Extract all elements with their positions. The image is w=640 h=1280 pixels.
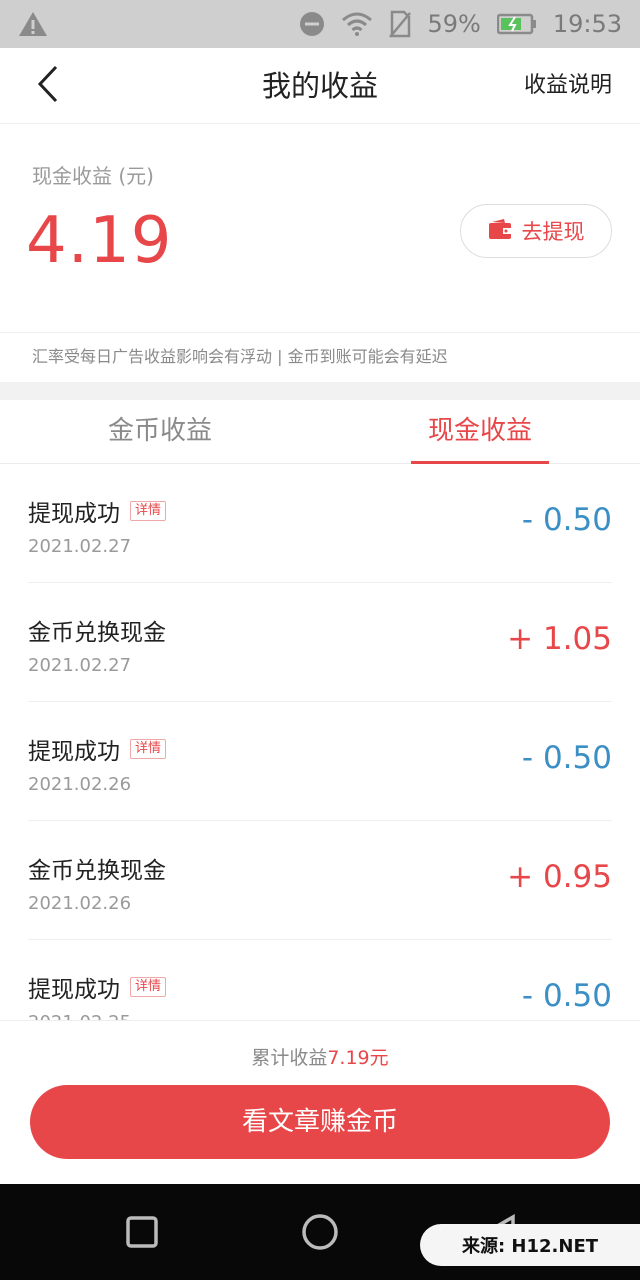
wifi-icon bbox=[341, 11, 373, 37]
transaction-row: 提现成功 详情 2021.02.26 - 0.50 bbox=[28, 702, 612, 821]
transaction-row: 提现成功 详情 2021.02.27 - 0.50 bbox=[28, 464, 612, 583]
transaction-row: 金币兑换现金 2021.02.27 + 1.05 bbox=[28, 583, 612, 702]
battery-charging-icon bbox=[496, 13, 537, 35]
tab-cash-earnings[interactable]: 现金收益 bbox=[320, 400, 640, 464]
transaction-amount: - 0.50 bbox=[521, 740, 612, 776]
status-time: 19:53 bbox=[552, 10, 622, 38]
do-not-disturb-icon bbox=[299, 11, 325, 37]
earnings-help-link[interactable]: 收益说明 bbox=[524, 48, 612, 124]
withdraw-button[interactable]: 去提现 bbox=[460, 204, 612, 258]
status-bar: 59% 19:53 bbox=[0, 0, 640, 48]
battery-percent: 59% bbox=[427, 10, 481, 38]
transaction-amount: - 0.50 bbox=[521, 978, 612, 1014]
balance-amount: 4.19 bbox=[26, 204, 173, 278]
balance-label: 现金收益 (元) bbox=[32, 164, 154, 188]
back-button[interactable] bbox=[28, 65, 68, 107]
transaction-row: 提现成功 详情 2021.02.25 - 0.50 bbox=[28, 940, 612, 1020]
withdraw-label: 去提现 bbox=[521, 220, 585, 244]
earnings-tabs: 金币收益 现金收益 bbox=[0, 400, 640, 464]
bottom-area: 累计收益7.19元 看文章赚金币 bbox=[0, 1020, 640, 1184]
transaction-title: 提现成功 bbox=[28, 977, 120, 1003]
detail-tag[interactable]: 详情 bbox=[130, 739, 167, 759]
section-divider bbox=[0, 382, 640, 400]
transaction-date: 2021.02.27 bbox=[28, 536, 132, 557]
detail-tag[interactable]: 详情 bbox=[130, 977, 167, 997]
read-articles-button[interactable]: 看文章赚金币 bbox=[30, 1085, 610, 1159]
home-button[interactable] bbox=[300, 1214, 340, 1254]
transaction-date: 2021.02.26 bbox=[28, 893, 132, 914]
transaction-amount: + 1.05 bbox=[507, 621, 612, 657]
transaction-title: 金币兑换现金 bbox=[28, 858, 166, 884]
total-earnings-value: 7.19元 bbox=[327, 1047, 389, 1069]
detail-tag[interactable]: 详情 bbox=[130, 501, 167, 521]
transaction-title: 提现成功 bbox=[28, 739, 120, 765]
recents-button[interactable] bbox=[122, 1214, 162, 1254]
wallet-icon bbox=[488, 218, 512, 245]
transaction-title: 提现成功 bbox=[28, 501, 120, 527]
exchange-notice: 汇率受每日广告收益影响会有浮动 | 金币到账可能会有延迟 bbox=[0, 332, 640, 382]
circle-icon bbox=[301, 1213, 339, 1255]
transaction-amount: - 0.50 bbox=[521, 502, 612, 538]
transaction-list[interactable]: 提现成功 详情 2021.02.27 - 0.50 金币兑换现金 2021.02… bbox=[0, 464, 640, 1020]
tab-coin-earnings[interactable]: 金币收益 bbox=[0, 400, 320, 463]
warning-icon bbox=[18, 10, 48, 38]
total-earnings: 累计收益7.19元 bbox=[0, 1043, 640, 1070]
top-bar: 我的收益 收益说明 bbox=[0, 48, 640, 124]
no-sim-icon bbox=[389, 10, 412, 38]
source-watermark: 来源: H12.NET bbox=[420, 1224, 640, 1266]
balance-section: 现金收益 (元) 4.19 去提现 bbox=[0, 124, 640, 332]
transaction-amount: + 0.95 bbox=[507, 859, 612, 895]
transaction-date: 2021.02.27 bbox=[28, 655, 132, 676]
total-earnings-label: 累计收益 bbox=[251, 1047, 328, 1069]
transaction-row: 金币兑换现金 2021.02.26 + 0.95 bbox=[28, 821, 612, 940]
transaction-date: 2021.02.26 bbox=[28, 774, 132, 795]
transaction-title: 金币兑换现金 bbox=[28, 620, 166, 646]
square-icon bbox=[125, 1215, 159, 1253]
back-arrow-icon bbox=[36, 65, 60, 107]
transaction-date: 2021.02.25 bbox=[28, 1012, 131, 1020]
